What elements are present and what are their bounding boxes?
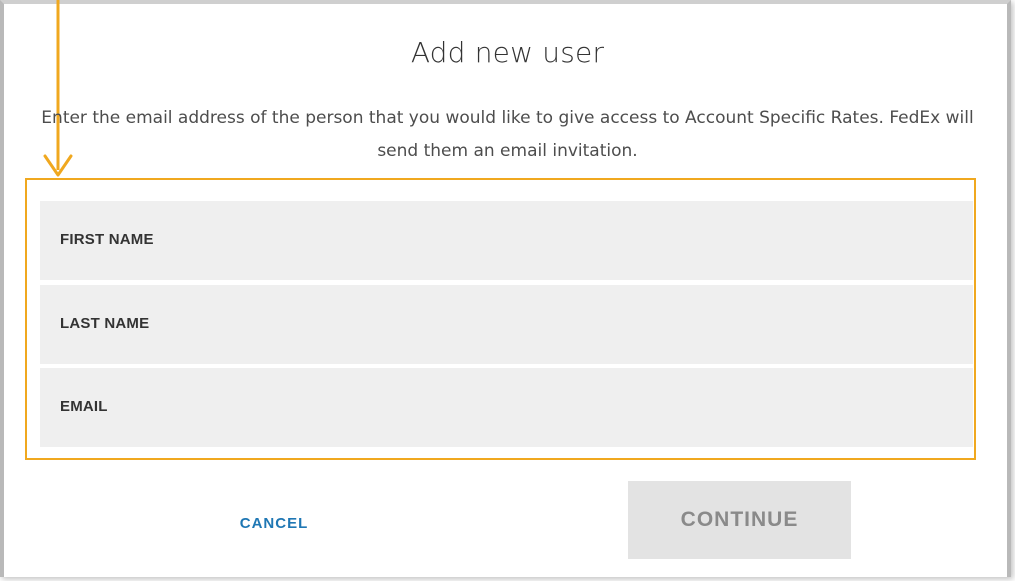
cancel-button[interactable]: CANCEL bbox=[222, 508, 326, 538]
email-input[interactable] bbox=[40, 368, 977, 449]
dialog-title: Add new user bbox=[410, 36, 605, 69]
first-name-field[interactable]: FIRST NAME bbox=[40, 201, 977, 282]
first-name-input[interactable] bbox=[40, 201, 977, 282]
last-name-input[interactable] bbox=[40, 285, 977, 366]
continue-button[interactable]: CONTINUE bbox=[628, 481, 851, 559]
last-name-field[interactable]: LAST NAME bbox=[40, 285, 977, 366]
add-user-dialog-page: Add new user Enter the email address of … bbox=[0, 0, 1015, 581]
dialog-description: Enter the email address of the person th… bbox=[41, 108, 974, 161]
email-field[interactable]: EMAIL bbox=[40, 368, 977, 449]
